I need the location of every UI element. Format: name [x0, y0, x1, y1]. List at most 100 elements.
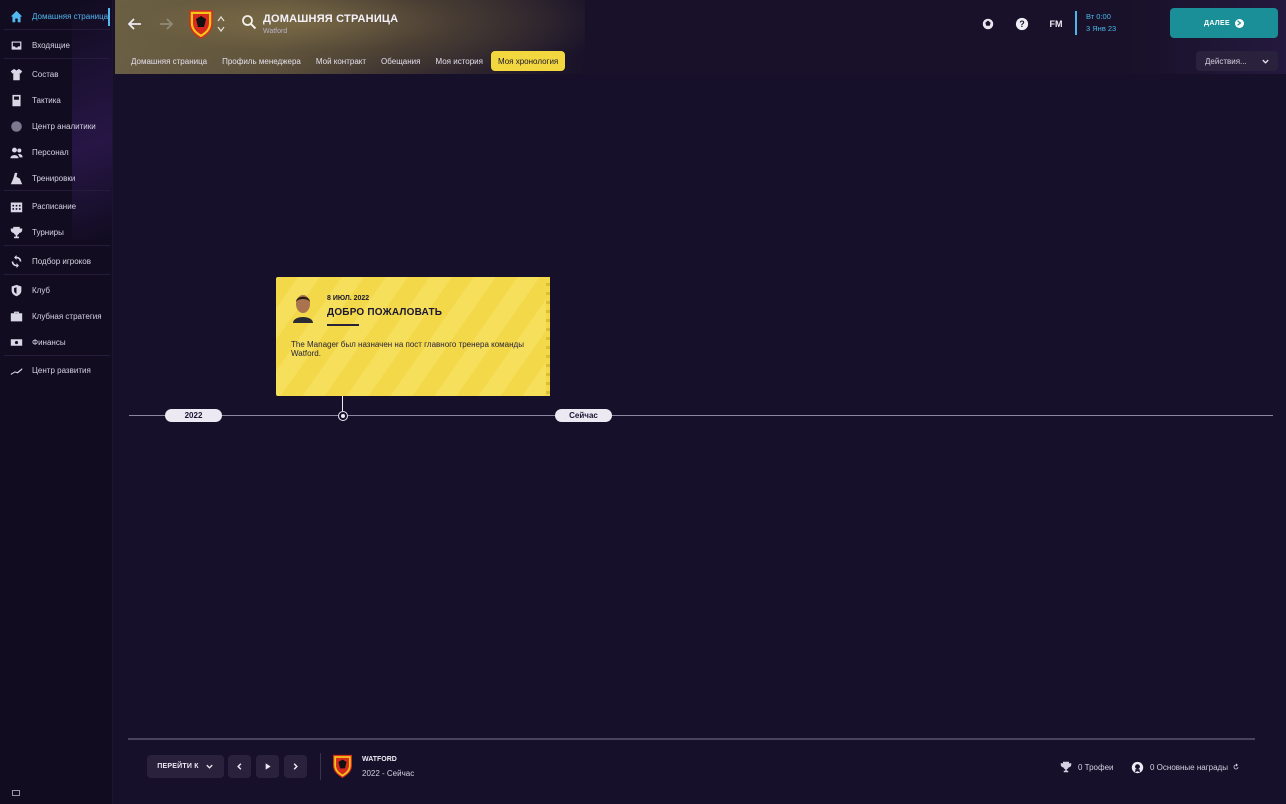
sidebar-item-home[interactable]: Домашняя страница	[0, 4, 113, 28]
tab-timeline[interactable]: Моя хронология	[490, 51, 566, 71]
tab-promises[interactable]: Обещания	[374, 51, 427, 71]
sidebar-item-schedule[interactable]: Расписание	[0, 194, 113, 218]
awards-label: 0 Основные награды	[1150, 762, 1228, 772]
header-icons: ? FM	[977, 14, 1079, 34]
sidebar-divider	[4, 29, 110, 30]
page-subtitle: Watford	[263, 28, 288, 35]
goto-dropdown[interactable]: ПЕРЕЙТИ К	[147, 755, 224, 778]
actions-label: Действия...	[1205, 56, 1247, 66]
sidebar-item-label: Домашняя страница	[32, 11, 109, 21]
sidebar-item-club-vision[interactable]: Клубная стратегия	[0, 304, 113, 328]
continue-label: ДАЛЕЕ	[1204, 19, 1230, 27]
sidebar-item-squad[interactable]: Состав	[0, 62, 113, 86]
timeline-axis	[129, 415, 1273, 416]
tactics-icon	[9, 93, 23, 107]
current-time: Вт 0:00	[1086, 12, 1111, 21]
sidebar-divider	[4, 274, 110, 275]
briefcase-icon	[9, 309, 23, 323]
sidebar-item-tactics[interactable]: Тактика	[0, 88, 113, 112]
next-button[interactable]	[284, 755, 307, 778]
back-button[interactable]	[125, 14, 145, 34]
fm-logo: FM	[1049, 19, 1063, 29]
refresh-icon[interactable]	[1232, 763, 1240, 771]
event-description: The Manager был назначен на пост главног…	[291, 340, 524, 358]
tab-bar: Домашняя страница Профиль менеджера Мой …	[124, 51, 566, 71]
fm-menu-button[interactable]: FM	[1045, 14, 1067, 34]
club-crest-icon[interactable]	[188, 9, 214, 39]
sidebar-item-inbox[interactable]: Входящие	[0, 33, 113, 57]
help-icon: ?	[1015, 17, 1029, 31]
training-icon	[9, 171, 23, 185]
club-name: WATFORD	[362, 756, 397, 763]
continue-button[interactable]: ДАЛЕЕ	[1170, 8, 1278, 38]
game-status-button[interactable]	[977, 14, 999, 34]
club-switch-icon[interactable]	[217, 14, 225, 34]
sidebar-item-label: Клуб	[32, 285, 50, 295]
sidebar-item-label: Расписание	[32, 201, 77, 211]
sidebar-item-scouting[interactable]: Подбор игроков	[0, 249, 113, 273]
sidebar-item-label: Персонал	[32, 147, 69, 157]
home-icon	[9, 9, 23, 23]
tab-history[interactable]: Моя история	[428, 51, 490, 71]
sidebar-item-analytics[interactable]: Центр аналитики	[0, 114, 113, 138]
timeline-now-label[interactable]: Сейчас	[555, 409, 612, 422]
goto-label: ПЕРЕЙТИ К	[157, 763, 199, 770]
bottom-bar-divider	[320, 753, 321, 780]
sidebar-item-club[interactable]: Клуб	[0, 278, 113, 302]
staff-icon	[9, 145, 23, 159]
forward-button[interactable]	[156, 14, 176, 34]
manager-avatar	[293, 295, 313, 323]
chevron-down-icon	[1262, 59, 1269, 64]
event-title: ДОБРО ПОЖАЛОВАТЬ	[327, 307, 443, 318]
arrow-right-circle-icon	[1234, 18, 1244, 28]
arrow-right-icon	[160, 18, 174, 30]
sidebar-item-label: Клубная стратегия	[32, 311, 102, 321]
chevron-left-icon	[237, 763, 242, 770]
tab-home[interactable]: Домашняя страница	[124, 51, 214, 71]
sidebar-item-label: Тренировки	[32, 173, 76, 183]
trophies-count[interactable]: 0 Трофеи	[1060, 760, 1114, 774]
awards-count[interactable]: 0 Основные награды	[1131, 760, 1240, 774]
sidebar-item-competitions[interactable]: Турниры	[0, 220, 113, 244]
event-date: 8 ИЮЛ. 2022	[327, 295, 370, 302]
tab-manager-profile[interactable]: Профиль менеджера	[215, 51, 308, 71]
page-title: ДОМАШНЯЯ СТРАНИЦА	[263, 13, 399, 25]
sidebar-item-finances[interactable]: Финансы	[0, 330, 113, 354]
sidebar-item-label: Центр развития	[32, 365, 91, 375]
award-icon	[1131, 761, 1144, 774]
shirt-icon	[9, 67, 23, 81]
header: ДОМАШНЯЯ СТРАНИЦА Watford Домашняя стран…	[115, 0, 1286, 74]
development-icon	[9, 363, 23, 377]
event-connector	[342, 396, 343, 411]
sidebar-divider	[4, 245, 110, 246]
timeline-event-card[interactable]: 8 ИЮЛ. 2022 ДОБРО ПОЖАЛОВАТЬ The Manager…	[276, 277, 550, 396]
sidebar-item-staff[interactable]: Персонал	[0, 140, 113, 164]
search-icon[interactable]	[241, 14, 257, 30]
sidebar-item-training[interactable]: Тренировки	[0, 166, 113, 190]
sidebar: Домашняя страница Входящие Состав Тактик…	[0, 0, 113, 804]
money-icon	[9, 335, 23, 349]
sidebar-item-dev-centre[interactable]: Центр развития	[0, 358, 113, 382]
collapse-sidebar-icon[interactable]	[12, 790, 20, 796]
trophy-icon	[1060, 761, 1072, 773]
date-display: Вт 0:00 3 Янв 23	[1075, 11, 1116, 35]
sidebar-item-label: Подбор игроков	[32, 256, 91, 266]
help-button[interactable]: ?	[1011, 14, 1033, 34]
chevron-right-icon	[293, 763, 298, 770]
analytics-icon	[9, 119, 23, 133]
sidebar-item-label: Финансы	[32, 337, 66, 347]
previous-button[interactable]	[228, 755, 251, 778]
actions-dropdown[interactable]: Действия...	[1196, 51, 1278, 71]
play-icon	[265, 763, 271, 770]
sidebar-item-label: Тактика	[32, 95, 61, 105]
timeline-event-marker[interactable]	[338, 411, 348, 421]
shield-icon	[9, 283, 23, 297]
inbox-icon	[9, 38, 23, 52]
sidebar-divider	[4, 355, 110, 356]
calendar-icon	[9, 199, 23, 213]
play-button[interactable]	[256, 755, 279, 778]
bottom-divider-line	[128, 738, 1255, 740]
sidebar-divider	[4, 58, 110, 59]
timeline-start-label[interactable]: 2022	[165, 409, 222, 422]
tab-contract[interactable]: Мой контракт	[309, 51, 373, 71]
